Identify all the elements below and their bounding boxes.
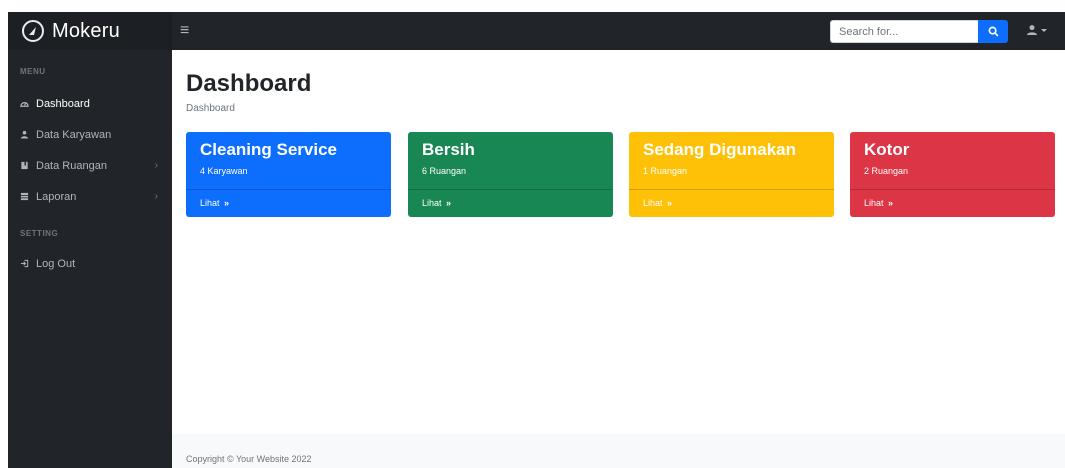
card-subtitle: 6 Ruangan bbox=[422, 166, 467, 176]
breadcrumb: Dashboard bbox=[186, 103, 235, 114]
app-window: Mokeru ≡ MENU Dashboard Data Karyawa bbox=[0, 0, 1065, 468]
card-body: Sedang Digunakan 1 Ruangan bbox=[629, 132, 834, 189]
main-content: Dashboard Dashboard Cleaning Service 4 K… bbox=[172, 50, 1065, 468]
sidebar-item-label: Log Out bbox=[36, 257, 76, 270]
card-title: Cleaning Service bbox=[200, 140, 338, 159]
card-kotor: Kotor 2 Ruangan Lihat » bbox=[850, 132, 1055, 217]
user-icon bbox=[1027, 25, 1037, 35]
chevron-right-icon: › bbox=[154, 191, 158, 202]
chevron-down-icon bbox=[1041, 29, 1047, 32]
sidebar-item-label: Data Ruangan bbox=[36, 159, 107, 172]
card-link-label: Lihat bbox=[422, 198, 442, 208]
card-link-label: Lihat bbox=[864, 198, 884, 208]
sidebar-heading-menu: MENU bbox=[20, 67, 46, 76]
brand-logo-icon bbox=[22, 20, 44, 42]
card-link[interactable]: Lihat » bbox=[629, 189, 834, 217]
card-link[interactable]: Lihat » bbox=[186, 189, 391, 217]
sidebar-item-logout[interactable]: Log Out bbox=[8, 248, 172, 279]
card-body: Bersih 6 Ruangan bbox=[408, 132, 613, 189]
users-icon bbox=[20, 130, 34, 139]
search-button[interactable] bbox=[978, 20, 1008, 43]
chevrons-right-icon: » bbox=[888, 198, 894, 208]
card-body: Cleaning Service 4 Karyawan bbox=[186, 132, 391, 189]
card-link[interactable]: Lihat » bbox=[850, 189, 1055, 217]
top-navbar: Mokeru ≡ bbox=[8, 12, 1065, 50]
search-group bbox=[830, 20, 1008, 43]
chevron-right-icon: › bbox=[154, 160, 158, 171]
card-bersih: Bersih 6 Ruangan Lihat » bbox=[408, 132, 613, 217]
sidebar-item-label: Dashboard bbox=[36, 97, 90, 110]
card-subtitle: 1 Ruangan bbox=[643, 166, 688, 176]
sidebar: MENU Dashboard Data Karyawan Data Ruanga… bbox=[8, 50, 172, 468]
user-menu[interactable] bbox=[1026, 24, 1047, 36]
sidebar-item-data-ruangan[interactable]: Data Ruangan › bbox=[8, 150, 172, 181]
card-link-label: Lihat bbox=[200, 198, 220, 208]
footer: Copyright © Your Website 2022 bbox=[172, 434, 1065, 468]
card-link[interactable]: Lihat » bbox=[408, 189, 613, 217]
brand-name: Mokeru bbox=[52, 19, 120, 42]
card-sedang-digunakan: Sedang Digunakan 1 Ruangan Lihat » bbox=[629, 132, 834, 217]
table-icon bbox=[20, 192, 34, 201]
search-icon bbox=[988, 26, 998, 37]
sidebar-item-laporan[interactable]: Laporan › bbox=[8, 181, 172, 212]
page-title: Dashboard bbox=[186, 70, 312, 97]
chevrons-right-icon: » bbox=[446, 198, 452, 208]
chevrons-right-icon: » bbox=[224, 198, 230, 208]
chevrons-right-icon: » bbox=[667, 198, 673, 208]
copyright-text: Copyright © Your Website 2022 bbox=[186, 454, 312, 464]
logout-icon bbox=[20, 259, 34, 268]
card-title: Kotor bbox=[864, 140, 910, 159]
card-subtitle: 4 Karyawan bbox=[200, 166, 248, 176]
sidebar-item-label: Laporan bbox=[36, 190, 77, 203]
sidebar-heading-setting: SETTING bbox=[20, 229, 59, 238]
card-title: Sedang Digunakan bbox=[643, 140, 797, 159]
card-title: Bersih bbox=[422, 140, 475, 159]
card-link-label: Lihat bbox=[643, 198, 663, 208]
brand[interactable]: Mokeru bbox=[8, 12, 172, 50]
sidebar-item-dashboard[interactable]: Dashboard bbox=[8, 88, 172, 119]
top-strip bbox=[0, 0, 1065, 12]
book-icon bbox=[20, 161, 34, 170]
card-subtitle: 2 Ruangan bbox=[864, 166, 909, 176]
sidebar-item-data-karyawan[interactable]: Data Karyawan bbox=[8, 119, 172, 150]
sidebar-item-label: Data Karyawan bbox=[36, 128, 112, 141]
dashboard-icon bbox=[20, 99, 34, 108]
card-body: Kotor 2 Ruangan bbox=[850, 132, 1055, 189]
sidebar-toggle-icon[interactable]: ≡ bbox=[180, 22, 189, 40]
search-input[interactable] bbox=[830, 20, 978, 43]
card-cleaning-service: Cleaning Service 4 Karyawan Lihat » bbox=[186, 132, 391, 217]
